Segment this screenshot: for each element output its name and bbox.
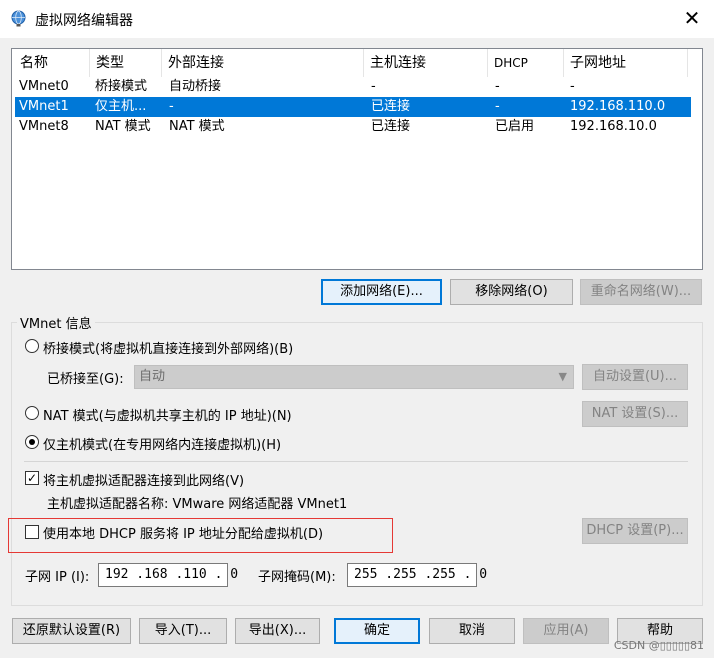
nat-mode-label[interactable]: NAT 模式(与虚拟机共享主机的 IP 地址)(N) bbox=[43, 405, 292, 424]
column-header-type[interactable]: 类型 bbox=[90, 49, 162, 77]
adapter-name-text: 主机虚拟适配器名称: VMware 网络适配器 VMnet1 bbox=[47, 497, 348, 512]
column-header-name[interactable]: 名称 bbox=[14, 49, 90, 77]
cell-name: VMnet8 bbox=[19, 119, 69, 134]
bridge-mode-radio[interactable] bbox=[25, 339, 39, 353]
bridged-to-label: 已桥接至(G): bbox=[47, 372, 124, 387]
connect-adapter-checkbox[interactable]: ✓ bbox=[25, 471, 39, 485]
column-header-external[interactable]: 外部连接 bbox=[162, 49, 364, 77]
subnet-mask-field[interactable]: 255 .255 .255 . 0 bbox=[347, 563, 487, 587]
cell-type: 桥接模式 bbox=[95, 79, 148, 94]
subnet-ip-label: 子网 IP (I): bbox=[25, 570, 90, 585]
host-only-radio[interactable] bbox=[25, 435, 39, 449]
apply-button[interactable]: 应用(A) bbox=[523, 618, 609, 644]
window-title: 虚拟网络编辑器 bbox=[35, 13, 133, 29]
ok-button[interactable]: 确定 bbox=[334, 618, 420, 644]
add-network-button[interactable]: 添加网络(E)... bbox=[321, 279, 442, 305]
chevron-down-icon: ▼ bbox=[558, 370, 567, 383]
import-button[interactable]: 导入(T)... bbox=[139, 618, 227, 644]
bridge-mode-label[interactable]: 桥接模式(将虚拟机直接连接到外部网络)(B) bbox=[43, 338, 293, 357]
table-row[interactable]: VMnet1 仅主机... - 已连接 - 192.168.110.0 bbox=[15, 97, 691, 117]
cell-host: 已连接 bbox=[371, 99, 411, 114]
host-only-label[interactable]: 仅主机模式(在专用网络内连接虚拟机)(H) bbox=[43, 434, 281, 453]
vmnet-info-title: VMnet 信息 bbox=[17, 313, 95, 332]
cell-dhcp: - bbox=[495, 79, 500, 94]
dhcp-settings-button[interactable]: DHCP 设置(P)... bbox=[582, 518, 688, 544]
dhcp-checkbox[interactable] bbox=[25, 525, 39, 539]
close-icon[interactable]: ✕ bbox=[680, 6, 704, 30]
cell-subnet: - bbox=[570, 79, 575, 94]
cell-host: - bbox=[371, 79, 376, 94]
cell-host: 已连接 bbox=[371, 119, 411, 134]
dhcp-label[interactable]: 使用本地 DHCP 服务将 IP 地址分配给虚拟机(D) bbox=[43, 523, 323, 542]
nat-settings-button[interactable]: NAT 设置(S)... bbox=[582, 401, 688, 427]
cell-name: VMnet0 bbox=[19, 79, 69, 94]
export-button[interactable]: 导出(X)... bbox=[235, 618, 320, 644]
subnet-ip-field[interactable]: 192 .168 .110 . 0 bbox=[98, 563, 238, 587]
column-header-subnet[interactable]: 子网地址 bbox=[564, 49, 688, 77]
network-list[interactable]: 名称 类型 外部连接 主机连接 DHCP 子网地址 VMnet0 桥接模式 自动… bbox=[11, 48, 703, 270]
cell-external: NAT 模式 bbox=[169, 119, 225, 134]
divider bbox=[24, 461, 688, 462]
cell-external: 自动桥接 bbox=[169, 79, 222, 94]
cancel-button[interactable]: 取消 bbox=[429, 618, 515, 644]
watermark: CSDN @▯▯▯▯▯81 bbox=[613, 639, 704, 652]
nat-mode-radio[interactable] bbox=[25, 406, 39, 420]
network-globe-icon bbox=[11, 10, 26, 27]
cell-subnet: 192.168.110.0 bbox=[570, 99, 666, 114]
connect-adapter-label[interactable]: 将主机虚拟适配器连接到此网络(V) bbox=[43, 470, 244, 489]
bridged-to-value: 自动 bbox=[139, 369, 166, 384]
table-row[interactable]: VMnet8 NAT 模式 NAT 模式 已连接 已启用 192.168.10.… bbox=[15, 117, 691, 137]
cell-external: - bbox=[169, 99, 174, 114]
table-row[interactable]: VMnet0 桥接模式 自动桥接 - - - bbox=[15, 77, 691, 97]
column-header-dhcp[interactable]: DHCP bbox=[488, 49, 564, 77]
cell-name: VMnet1 bbox=[19, 99, 69, 114]
cell-type: NAT 模式 bbox=[95, 119, 151, 134]
remove-network-button[interactable]: 移除网络(O) bbox=[450, 279, 573, 305]
bridged-to-select[interactable]: 自动 ▼ bbox=[134, 365, 574, 389]
subnet-mask-label: 子网掩码(M): bbox=[258, 570, 336, 585]
list-header: 名称 类型 外部连接 主机连接 DHCP 子网地址 bbox=[12, 49, 702, 77]
cell-dhcp: - bbox=[495, 99, 500, 114]
cell-dhcp: 已启用 bbox=[495, 119, 535, 134]
cell-type: 仅主机... bbox=[95, 99, 147, 114]
auto-settings-button[interactable]: 自动设置(U)... bbox=[582, 364, 688, 390]
rename-network-button[interactable]: 重命名网络(W)... bbox=[580, 279, 702, 305]
restore-defaults-button[interactable]: 还原默认设置(R) bbox=[12, 618, 131, 644]
column-header-host[interactable]: 主机连接 bbox=[364, 49, 488, 77]
cell-subnet: 192.168.10.0 bbox=[570, 119, 657, 134]
